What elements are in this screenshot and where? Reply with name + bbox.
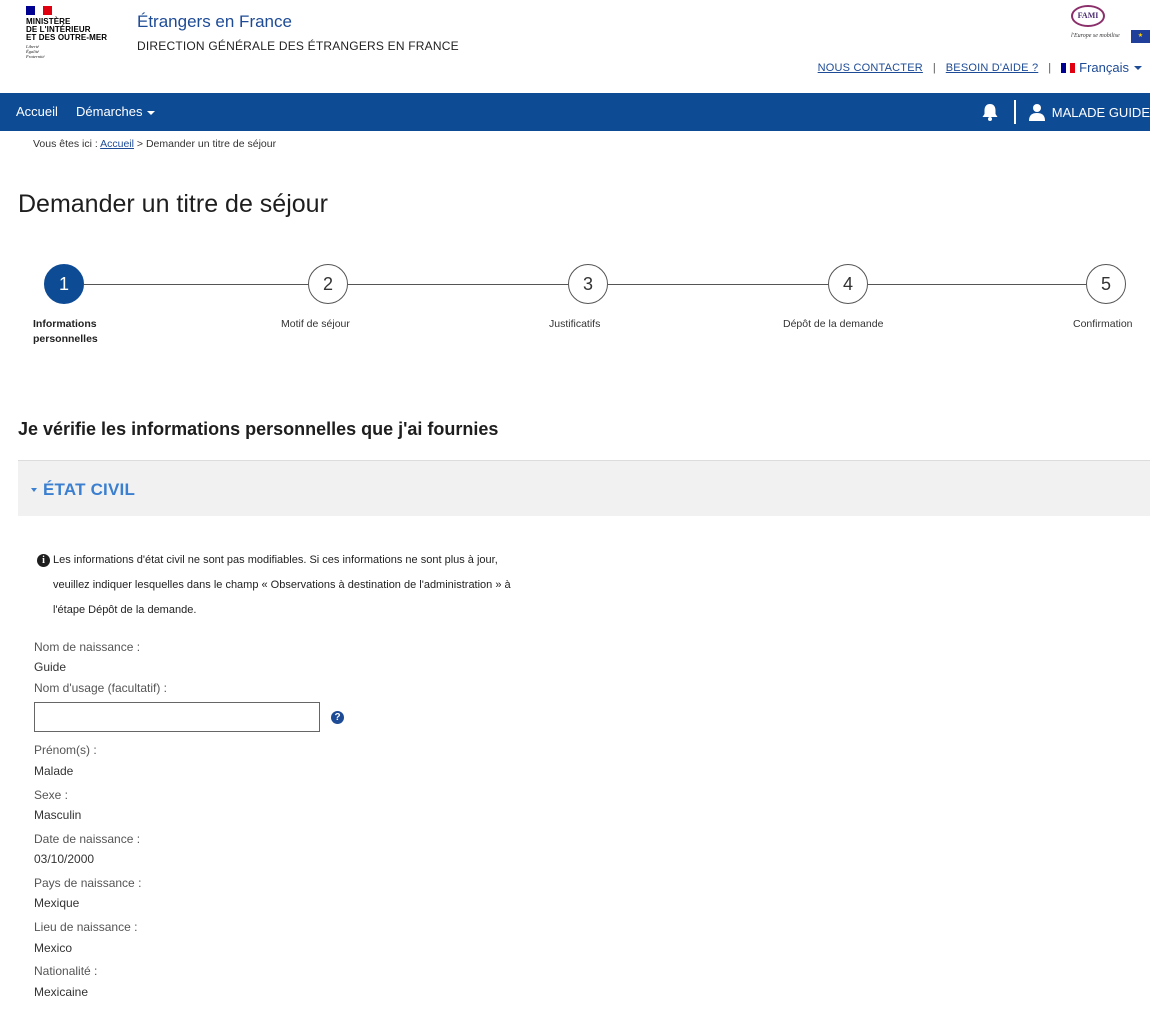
section-heading: Je vérifie les informations personnelles…: [18, 419, 499, 439]
step-connector: [868, 284, 1086, 285]
step-4-circle: 4: [828, 264, 868, 304]
page-title: Demander un titre de séjour: [18, 190, 328, 218]
step-connector: [84, 284, 308, 285]
breadcrumb-current: Demander un titre de séjour: [145, 138, 277, 150]
nav-procedures-label: Démarches: [76, 104, 143, 119]
usage-name-input[interactable]: [34, 702, 320, 732]
info-notice-line: veuillez indiquer lesquelles dans le cha…: [53, 579, 511, 591]
site-title[interactable]: Étrangers en France: [137, 12, 292, 32]
ministry-logo[interactable]: MINISTÈRE DE L'INTÉRIEUR ET DES OUTRE-ME…: [26, 6, 116, 59]
etat-civil-accordion[interactable]: ÉTAT CIVIL: [18, 460, 1150, 516]
step-4-label: Dépôt de la demande: [783, 318, 884, 330]
caret-down-icon: [31, 488, 37, 492]
accordion-title: ÉTAT CIVIL: [43, 480, 136, 499]
birth-country-value: Mexique: [34, 896, 80, 910]
step-3-circle: 3: [568, 264, 608, 304]
help-link[interactable]: BESOIN D'AIDE ?: [946, 62, 1039, 74]
nationality-value: Mexicaine: [34, 985, 89, 999]
french-flag-icon: [1061, 62, 1076, 73]
first-names-label: Prénom(s) :: [34, 743, 97, 757]
nav-home[interactable]: Accueil: [16, 93, 58, 131]
fami-tagline: l'Europe se mobilise: [1071, 33, 1120, 39]
chevron-down-icon: [1134, 65, 1142, 70]
info-notice-line: l'étape Dépôt de la demande.: [53, 604, 197, 616]
ministry-motto: Liberté Égalité Fraternité: [26, 44, 45, 59]
contact-link[interactable]: NOUS CONTACTER: [818, 62, 923, 74]
step-5-circle: 5: [1086, 264, 1126, 304]
info-icon: i: [37, 554, 50, 567]
bell-icon[interactable]: [980, 102, 1000, 122]
step-2-label: Motif de séjour: [281, 318, 350, 330]
link-separator: |: [1048, 61, 1052, 74]
birth-country-label: Pays de naissance :: [34, 876, 142, 890]
top-links: NOUS CONTACTER | BESOIN D'AIDE ? | Franç…: [818, 60, 1142, 75]
breadcrumb-home-link[interactable]: Accueil: [100, 138, 134, 150]
info-notice-line: Les informations d'état civil ne sont pa…: [53, 554, 498, 566]
step-5-label: Confirmation: [1073, 318, 1133, 330]
user-icon: [1028, 104, 1045, 121]
language-label: Français: [1079, 60, 1129, 75]
breadcrumb-prefix: Vous êtes ici :: [33, 138, 101, 150]
fami-logo: FAMI l'Europe se mobilise ★: [1068, 3, 1150, 49]
step-connector: [608, 284, 828, 285]
first-names-value: Malade: [34, 764, 74, 778]
language-selector[interactable]: Français: [1061, 60, 1142, 75]
nationality-label: Nationalité :: [34, 964, 98, 978]
birth-place-label: Lieu de naissance :: [34, 920, 138, 934]
birth-place-value: Mexico: [34, 941, 73, 955]
birth-name-value: Guide: [34, 660, 67, 674]
birth-date-label: Date de naissance :: [34, 832, 141, 846]
step-connector: [348, 284, 568, 285]
site-header: MINISTÈRE DE L'INTÉRIEUR ET DES OUTRE-ME…: [0, 0, 1150, 93]
user-menu[interactable]: MALADE GUIDE: [1052, 105, 1150, 120]
sex-value: Masculin: [34, 808, 82, 822]
fami-logo-text: FAMI: [1071, 5, 1105, 27]
chevron-down-icon: [147, 110, 156, 115]
marianne-flag-icon: [26, 6, 53, 15]
sex-label: Sexe :: [34, 788, 69, 802]
nav-user-area: MALADE GUIDE: [980, 93, 1150, 131]
eu-flag-icon: ★: [1131, 30, 1150, 43]
nav-procedures[interactable]: Démarches: [76, 93, 156, 131]
nav-divider: [1013, 100, 1016, 124]
ministry-name: MINISTÈRE DE L'INTÉRIEUR ET DES OUTRE-ME…: [26, 17, 108, 42]
usage-name-label: Nom d'usage (facultatif) :: [34, 681, 168, 695]
birth-date-value: 03/10/2000: [34, 852, 95, 866]
site-subtitle: DIRECTION GÉNÉRALE DES ÉTRANGERS EN FRAN…: [137, 39, 459, 53]
birth-name-label: Nom de naissance :: [34, 640, 141, 654]
step-3-label: Justificatifs: [549, 318, 601, 330]
breadcrumb-separator: >: [133, 138, 146, 150]
step-2-circle: 2: [308, 264, 348, 304]
help-icon[interactable]: ?: [331, 711, 344, 724]
step-1-circle: 1: [44, 264, 84, 304]
link-separator: |: [932, 61, 936, 74]
breadcrumb: Vous êtes ici : Accueil > Demander un ti…: [33, 138, 276, 150]
step-1-label: Informations personnelles: [33, 318, 98, 345]
main-navbar: Accueil Démarches MALADE GUIDE: [0, 93, 1150, 131]
